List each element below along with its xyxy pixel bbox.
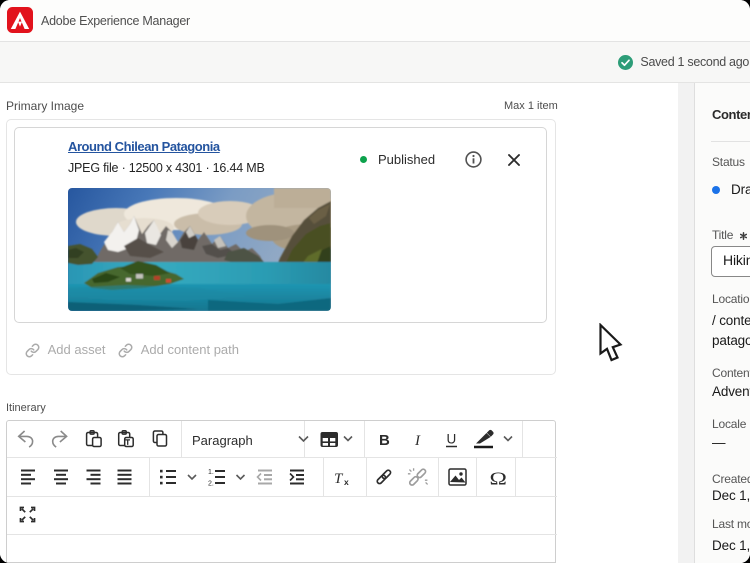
svg-text:B: B bbox=[379, 432, 390, 449]
svg-text:Ω: Ω bbox=[490, 468, 507, 489]
svg-text:U: U bbox=[447, 432, 457, 447]
svg-text:2.: 2. bbox=[208, 481, 214, 488]
svg-text:x: x bbox=[344, 477, 349, 487]
svg-text:1.: 1. bbox=[208, 469, 214, 476]
svg-text:T: T bbox=[334, 471, 344, 487]
svg-text:I: I bbox=[414, 433, 421, 449]
